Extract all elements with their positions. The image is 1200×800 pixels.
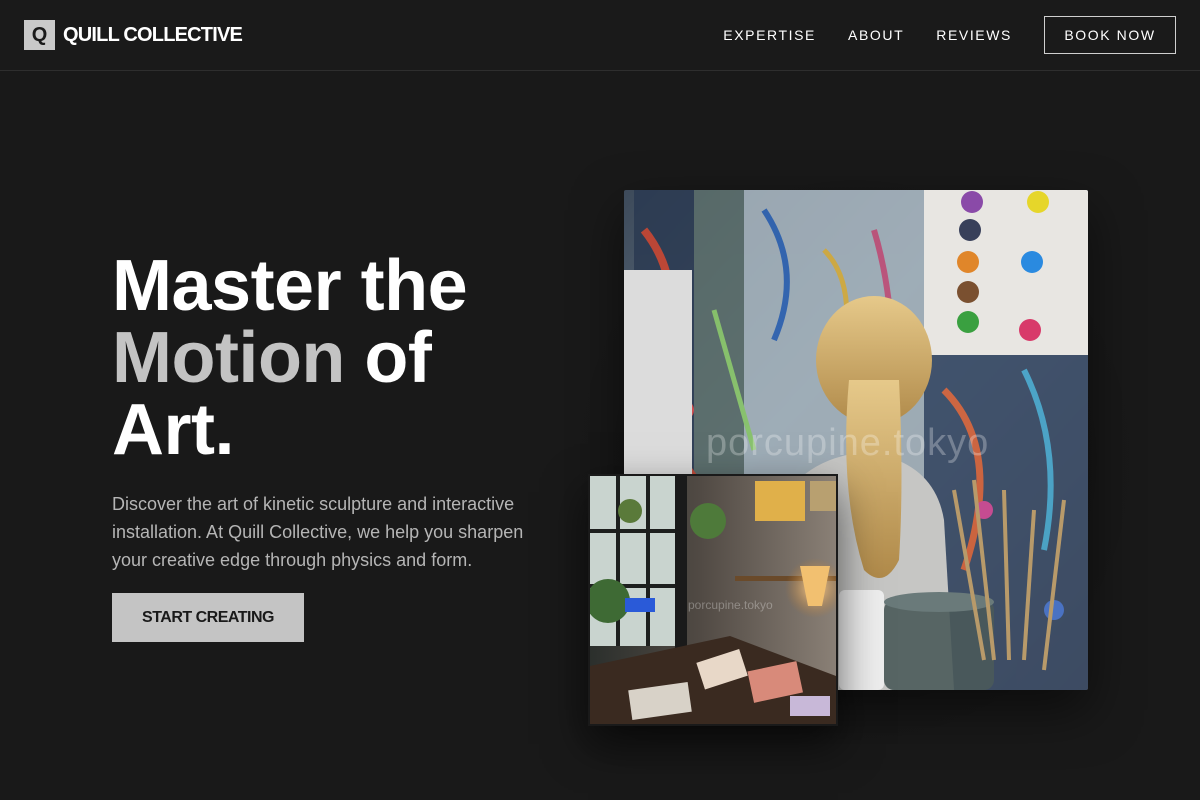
main-photo-watermark: porcupine.tokyo (706, 422, 990, 464)
hero-title: Master the Motion of Art. (112, 250, 468, 466)
studio-photo-watermark: porcupine.tokyo (688, 598, 773, 612)
logo[interactable]: Q QUILL COLLECTIVE (24, 20, 243, 50)
hero-title-highlight: Motion (112, 318, 345, 398)
hero-description: Discover the art of kinetic sculpture an… (112, 494, 524, 570)
hero-title-line2: of (344, 318, 432, 398)
studio-photo: porcupine.tokyo (588, 474, 838, 726)
logo-mark: Q (24, 20, 55, 50)
site-header: Q QUILL COLLECTIVE EXPERTISE ABOUT REVIE… (0, 0, 1200, 71)
landing-page: Q QUILL COLLECTIVE EXPERTISE ABOUT REVIE… (0, 0, 1200, 800)
nav-link-about[interactable]: ABOUT (848, 27, 904, 43)
main-nav: EXPERTISE ABOUT REVIEWS BOOK NOW (723, 16, 1176, 54)
brand-name: QUILL COLLECTIVE (63, 23, 243, 46)
nav-link-reviews[interactable]: REVIEWS (936, 27, 1012, 43)
start-creating-button[interactable]: START CREATING (112, 593, 304, 642)
nav-link-expertise[interactable]: EXPERTISE (723, 27, 816, 43)
hero-title-line3: Art. (112, 390, 235, 470)
book-now-button[interactable]: BOOK NOW (1044, 16, 1176, 54)
hero-title-line1: Master the (112, 246, 468, 326)
